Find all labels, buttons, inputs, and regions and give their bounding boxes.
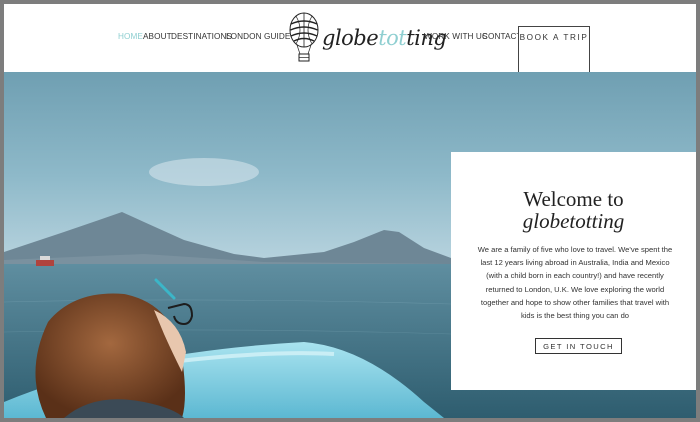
- nav-work-with-us[interactable]: WORK WITH US: [424, 32, 488, 41]
- nav-contact[interactable]: CONTACT: [482, 32, 522, 41]
- get-in-touch-button[interactable]: GET IN TOUCH: [535, 338, 622, 354]
- hot-air-balloon-icon: [289, 12, 319, 62]
- welcome-card: Welcome to globetotting We are a family …: [451, 152, 696, 390]
- nav-london-guide[interactable]: LONDON GUIDE: [226, 32, 290, 41]
- welcome-subtitle: globetotting: [522, 209, 625, 233]
- get-in-touch-label: GET IN TOUCH: [543, 342, 614, 351]
- welcome-body: We are a family of five who love to trav…: [477, 245, 673, 321]
- site-logo[interactable]: globetotting: [288, 10, 447, 66]
- nav-home[interactable]: HOME: [118, 32, 143, 41]
- site-header: HOME ABOUT DESTINATIONS LONDON GUIDE glo…: [4, 4, 696, 74]
- nav-about[interactable]: ABOUT: [143, 32, 172, 41]
- nav-destinations[interactable]: DESTINATIONS: [171, 32, 232, 41]
- browser-frame: HOME ABOUT DESTINATIONS LONDON GUIDE glo…: [4, 4, 696, 418]
- book-a-trip-button[interactable]: BOOK A TRIP: [518, 26, 590, 74]
- book-a-trip-label: BOOK A TRIP: [519, 33, 589, 42]
- hero-image: Welcome to globetotting We are a family …: [4, 72, 696, 418]
- welcome-title: Welcome to: [523, 187, 624, 211]
